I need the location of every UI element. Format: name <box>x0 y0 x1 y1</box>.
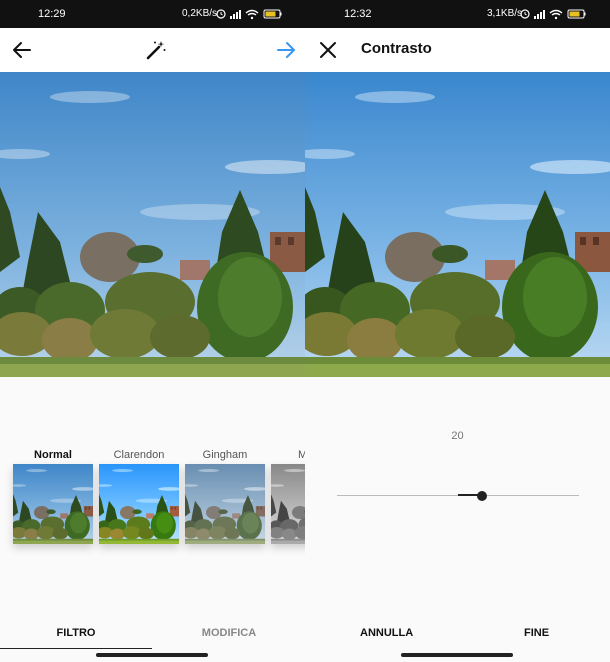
battery-icon <box>263 9 282 19</box>
signal-icon <box>534 10 545 19</box>
filter-label-partial: M <box>298 449 305 461</box>
magic-wand-icon[interactable] <box>145 39 167 66</box>
photo-preview <box>0 72 305 377</box>
cancel-button[interactable]: ANNULLA <box>360 627 413 639</box>
arrow-right-icon[interactable] <box>276 40 296 65</box>
photo-preview <box>305 72 610 377</box>
status-bar: 12:32 3,1KB/s <box>305 0 610 28</box>
arrow-left-icon[interactable] <box>12 40 32 65</box>
battery-icon <box>567 9 586 19</box>
filter-label-clarendon: Clarendon <box>113 449 165 461</box>
top-toolbar: Contrasto <box>305 28 610 72</box>
page-title: Contrasto <box>361 40 432 57</box>
status-network-speed: 3,1KB/s <box>487 8 523 19</box>
top-toolbar <box>0 28 305 72</box>
alarm-icon <box>216 9 226 19</box>
status-icons <box>216 8 286 20</box>
done-button[interactable]: FINE <box>524 627 549 639</box>
active-tab-indicator <box>0 648 152 649</box>
wifi-icon <box>245 9 259 20</box>
tab-filtro[interactable]: FILTRO <box>0 627 152 639</box>
home-indicator[interactable] <box>401 653 513 657</box>
filter-label-normal: Normal <box>34 449 72 461</box>
screenshot-pair: 12:29 0,2KB/s Normal Clarendon Gingham M… <box>0 0 610 662</box>
status-icons <box>520 8 590 20</box>
close-icon[interactable] <box>318 40 338 65</box>
filter-label-gingham: Gingham <box>202 449 248 461</box>
status-bar: 12:29 0,2KB/s <box>0 0 305 28</box>
wifi-icon <box>549 9 563 20</box>
adjust-value: 20 <box>451 430 464 442</box>
signal-icon <box>230 10 241 19</box>
contrast-screen: 12:32 3,1KB/s Contrasto 20 ANNULLA FINE <box>305 0 610 662</box>
tab-modifica[interactable]: MODIFICA <box>153 627 305 639</box>
alarm-icon <box>520 9 530 19</box>
status-time: 12:29 <box>38 8 66 20</box>
home-indicator[interactable] <box>96 653 208 657</box>
filter-thumb-gingham[interactable] <box>185 464 265 544</box>
status-network-speed: 0,2KB/s <box>182 8 218 19</box>
filter-screen: 12:29 0,2KB/s Normal Clarendon Gingham M… <box>0 0 305 662</box>
filter-thumb-clarendon[interactable] <box>99 464 179 544</box>
filter-thumb-normal[interactable] <box>13 464 93 544</box>
filter-thumb-moon[interactable] <box>271 464 305 544</box>
status-time: 12:32 <box>344 8 372 20</box>
contrast-slider-knob[interactable] <box>477 491 488 501</box>
